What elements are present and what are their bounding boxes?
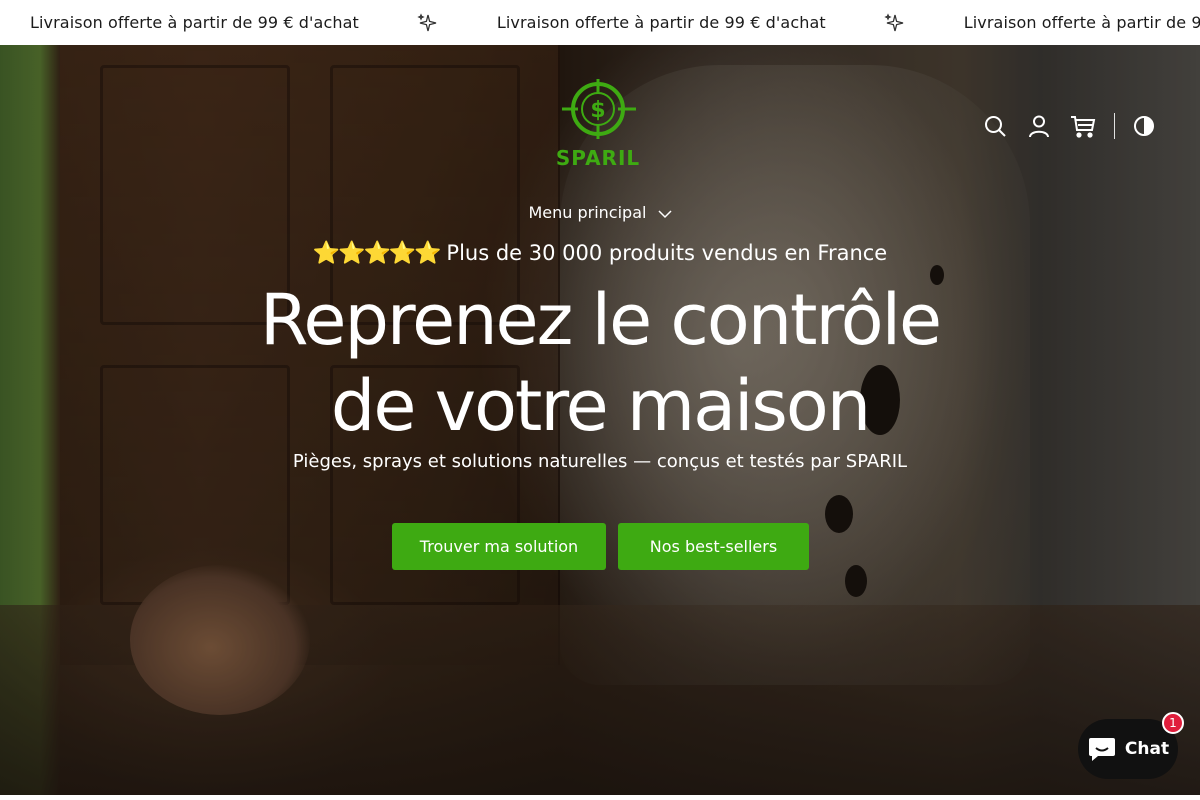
- rating-stars: ⭐⭐⭐⭐⭐: [312, 241, 442, 266]
- announcement-item: Livraison offerte à partir de 99 € d'ach…: [964, 13, 1200, 32]
- announcement-text: Livraison offerte à partir de 99 € d'ach…: [496, 13, 826, 32]
- hero-subheadline: Pièges, sprays et solutions naturelles —…: [292, 451, 908, 472]
- announcement-item: Livraison offerte à partir de 99 € d'ach…: [30, 12, 497, 34]
- find-solution-button[interactable]: Trouver ma solution: [392, 523, 606, 570]
- announcement-track: Livraison offerte à partir de 99 € d'ach…: [30, 0, 1200, 45]
- header-actions: [980, 111, 1159, 141]
- chevron-down-icon: [658, 209, 672, 218]
- hero-rating: ⭐⭐⭐⭐⭐ Plus de 30 000 produits vendus en …: [0, 241, 1200, 266]
- sparkle-icon: [417, 12, 439, 34]
- svg-text:$: $: [590, 98, 605, 123]
- sparil-logo[interactable]: $ SPARIL: [552, 79, 644, 170]
- hero-headline: Reprenez le contrôle de votre maison: [0, 277, 1200, 449]
- svg-text:SPARIL: SPARIL: [556, 146, 640, 169]
- best-sellers-button[interactable]: Nos best-sellers: [618, 523, 809, 570]
- headline-line-2: de votre maison: [330, 365, 871, 447]
- search-icon[interactable]: [980, 111, 1010, 141]
- sparkle-icon: [884, 12, 906, 34]
- cart-icon[interactable]: [1068, 111, 1098, 141]
- header-divider: [1114, 113, 1115, 139]
- announcement-item: Livraison offerte à partir de 99 € d'ach…: [497, 12, 964, 34]
- announcement-bar: Livraison offerte à partir de 99 € d'ach…: [0, 0, 1200, 45]
- headline-line-1: Reprenez le contrôle: [259, 279, 942, 361]
- main-menu-toggle[interactable]: Menu principal: [0, 203, 1200, 222]
- main-menu-label: Menu principal: [528, 203, 647, 222]
- hero-section: $ SPARIL Menu principal ⭐⭐⭐⭐⭐ Plus de 30…: [0, 45, 1200, 795]
- chat-bubble-icon: [1088, 738, 1115, 761]
- theme-toggle-icon[interactable]: [1129, 111, 1159, 141]
- announcement-text: Livraison offerte à partir de 99 € d'ach…: [963, 13, 1200, 32]
- announcement-text: Livraison offerte à partir de 99 € d'ach…: [30, 13, 359, 32]
- chat-notification-badge: 1: [1162, 712, 1184, 734]
- chat-label: Chat: [1124, 739, 1170, 759]
- account-icon[interactable]: [1024, 111, 1054, 141]
- rating-text: Plus de 30 000 produits vendus en France: [446, 241, 888, 265]
